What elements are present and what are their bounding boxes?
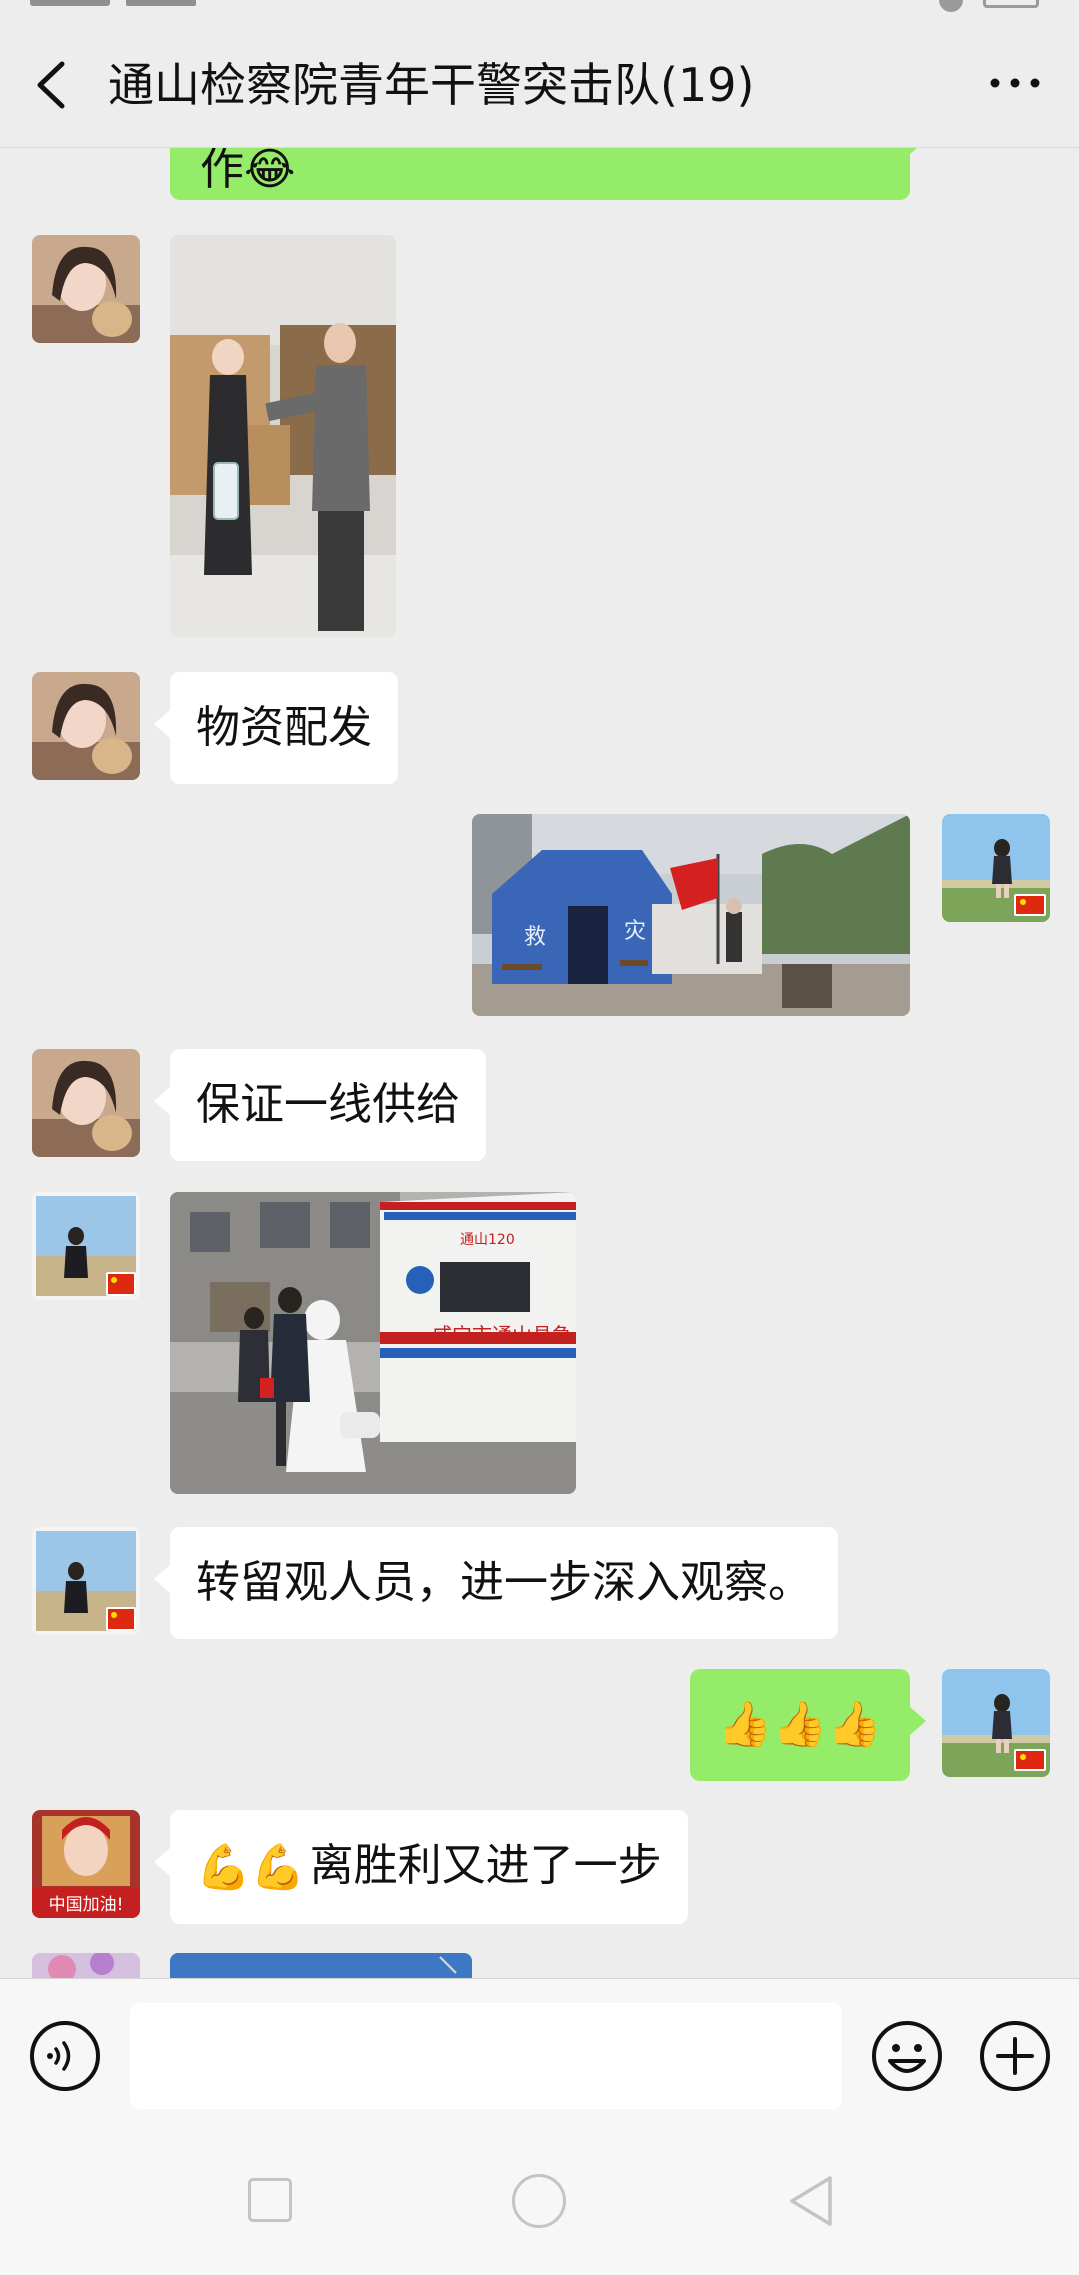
message-text: 离胜利又进了一步	[309, 1840, 662, 1891]
avatar[interactable]	[32, 1527, 140, 1635]
avatar[interactable]	[32, 1953, 140, 1978]
wechat-group-chat-screen: 通山检察院青年干警突击队(19) 作😂 物资配发 救 灾 保证一线供给 通山12…	[0, 0, 1079, 2275]
avatar[interactable]	[32, 235, 140, 343]
photo-distribution[interactable]	[170, 235, 396, 637]
my-avatar[interactable]	[942, 814, 1050, 922]
tent-label: 灾	[624, 919, 646, 944]
message-bubble-incoming[interactable]: 转留观人员，进一步深入观察。	[154, 1527, 838, 1639]
avatar[interactable]: 中国加油!	[32, 1810, 140, 1918]
avatar[interactable]	[32, 672, 140, 780]
message-bubble-incoming[interactable]: 保证一线供给	[154, 1049, 486, 1161]
signal-icon	[126, 0, 196, 6]
message-text: 转留观人员，进一步深入观察。	[196, 1557, 812, 1608]
recent-apps-icon[interactable]	[248, 2178, 292, 2222]
avatar[interactable]	[32, 1049, 140, 1157]
message-bubble-outgoing[interactable]: 👍👍👍	[690, 1669, 926, 1781]
nav-back-icon[interactable]	[786, 2174, 834, 2228]
message-input-bar	[0, 1978, 1079, 2128]
emoji-icon[interactable]	[870, 2019, 944, 2093]
more-options-icon[interactable]	[985, 68, 1045, 98]
thumbs-up-icon: 👍👍👍	[717, 1699, 883, 1750]
status-bar	[0, 0, 1079, 20]
home-icon[interactable]	[512, 2174, 566, 2228]
ambulance-label: 咸宁市通山县急	[432, 1323, 572, 1347]
avatar[interactable]	[32, 1192, 140, 1300]
notification-icon	[939, 0, 963, 12]
photo-relief-tent[interactable]: 救 灾	[472, 814, 910, 1016]
message-bubble-outgoing-partial[interactable]: 作😂	[170, 148, 926, 200]
message-bubble-incoming[interactable]: 物资配发	[154, 672, 398, 784]
chat-header: 通山检察院青年干警突击队(19)	[0, 20, 1079, 148]
status-right	[939, 0, 1039, 12]
status-left	[30, 0, 280, 8]
chat-title: 通山检察院青年干警突击队(19)	[108, 58, 755, 112]
battery-icon	[983, 0, 1039, 8]
system-navigation-bar	[0, 2128, 1079, 2275]
message-text: 作😂	[200, 148, 296, 195]
photo-partial[interactable]	[170, 1953, 472, 1978]
message-text: 物资配发	[196, 702, 372, 753]
avatar-badge-text: 中国加油!	[49, 1895, 124, 1915]
photo-ambulance[interactable]: 通山120 咸宁市通山县急	[170, 1192, 576, 1494]
message-bubble-incoming[interactable]: 💪💪离胜利又进了一步	[154, 1810, 688, 1924]
message-text: 保证一线供给	[196, 1079, 460, 1130]
plus-icon[interactable]	[978, 2019, 1052, 2093]
message-list[interactable]: 作😂 物资配发 救 灾 保证一线供给 通山120 咸宁市通山县急 转留观人员，进…	[0, 148, 1079, 1978]
clock-readout	[30, 0, 110, 6]
ambulance-label: 通山120	[460, 1232, 515, 1248]
my-avatar[interactable]	[942, 1669, 1050, 1777]
back-arrow-icon[interactable]	[30, 60, 74, 110]
tent-label: 救	[524, 925, 546, 950]
message-input[interactable]	[130, 2003, 842, 2109]
voice-input-icon[interactable]	[28, 2019, 102, 2093]
flexed-biceps-icon: 💪💪	[196, 1842, 306, 1893]
